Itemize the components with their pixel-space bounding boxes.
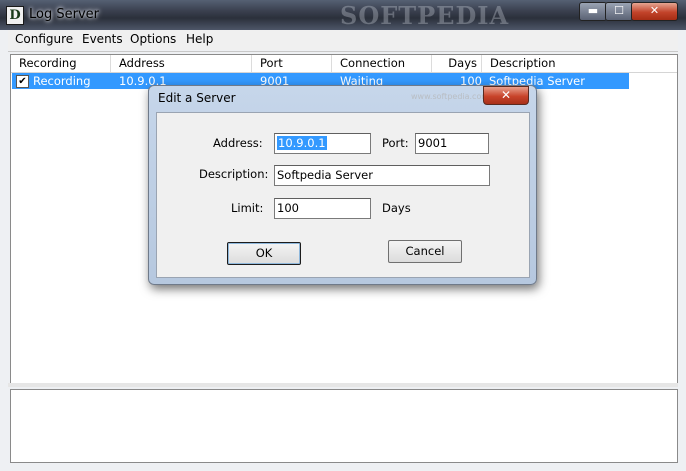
cell-recording: Recording: [33, 74, 91, 88]
window-title: Log Server: [29, 7, 99, 22]
dialog-body: Address: 10.9.0.1 Port: 9001 Description…: [156, 112, 530, 278]
event-log-pane[interactable]: [10, 389, 678, 463]
pane-splitter[interactable]: [8, 383, 678, 387]
description-label: Description:: [199, 167, 269, 181]
cancel-button[interactable]: Cancel: [388, 240, 462, 263]
days-label: Days: [382, 201, 411, 215]
title-bar[interactable]: D Log Server SOFTPEDIA ▬ ☐ ✕: [0, 0, 686, 30]
column-days[interactable]: Days: [432, 55, 482, 72]
list-header: Recording Address Port Connection Days D…: [11, 55, 677, 73]
recording-checkbox[interactable]: ✔: [16, 75, 29, 88]
app-icon: D: [6, 6, 24, 25]
minimize-button[interactable]: ▬: [579, 2, 607, 21]
ok-button[interactable]: OK: [227, 242, 301, 265]
description-field[interactable]: Softpedia Server: [274, 165, 490, 186]
port-field[interactable]: 9001: [415, 133, 489, 154]
menu-configure[interactable]: Configure: [15, 32, 73, 46]
address-field[interactable]: 10.9.0.1: [274, 133, 371, 154]
menu-divider: [8, 51, 678, 52]
column-recording[interactable]: Recording: [11, 55, 111, 72]
limit-label: Limit:: [231, 201, 264, 215]
menu-options[interactable]: Options: [130, 32, 176, 46]
dialog-close-button[interactable]: ✕: [483, 86, 529, 105]
menu-bar: Configure Events Options Help: [8, 30, 678, 50]
menu-events[interactable]: Events: [82, 32, 123, 46]
column-connection[interactable]: Connection: [332, 55, 432, 72]
column-port[interactable]: Port: [252, 55, 332, 72]
address-value: 10.9.0.1: [277, 136, 327, 150]
maximize-button[interactable]: ☐: [605, 2, 633, 21]
column-description[interactable]: Description: [482, 55, 677, 72]
close-button[interactable]: ✕: [631, 2, 678, 21]
log-server-window: D Log Server SOFTPEDIA ▬ ☐ ✕ Configure E…: [0, 0, 686, 471]
menu-help[interactable]: Help: [186, 32, 213, 46]
watermark-logo: SOFTPEDIA: [340, 1, 510, 30]
limit-field[interactable]: 100: [274, 198, 371, 219]
edit-server-dialog: Edit a Server www.softpedia.com ✕ Addres…: [148, 85, 537, 285]
watermark-url: www.softpedia.com: [411, 92, 490, 101]
address-label: Address:: [213, 136, 263, 150]
column-address[interactable]: Address: [111, 55, 252, 72]
dialog-title: Edit a Server: [158, 91, 236, 105]
port-label: Port:: [382, 136, 409, 150]
